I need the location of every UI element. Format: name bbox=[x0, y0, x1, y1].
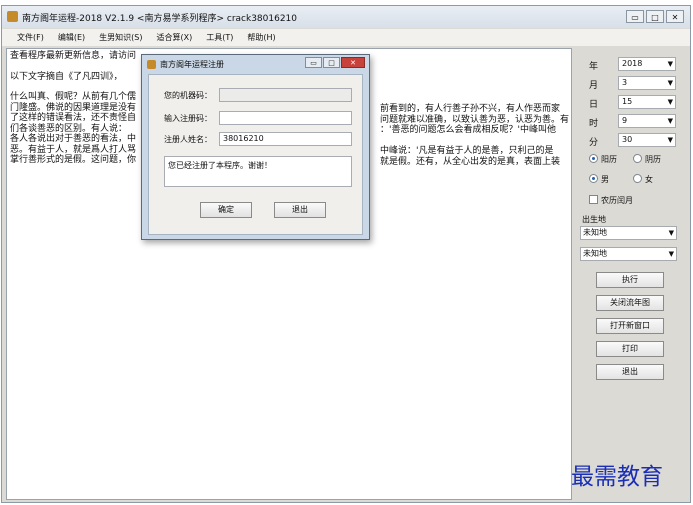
print-button[interactable]: 打印 bbox=[596, 341, 664, 357]
day-select[interactable]: 15 ▼ bbox=[618, 95, 676, 109]
text-line-right: 前看到的，有人行善子孙不兴，有人作恶而家 bbox=[380, 104, 561, 114]
dialog-maximize-button[interactable]: □ bbox=[323, 57, 340, 68]
chevron-down-icon: ▼ bbox=[668, 229, 674, 237]
minimize-button[interactable]: ▭ bbox=[626, 10, 644, 23]
chevron-down-icon: ▼ bbox=[667, 136, 673, 144]
menu-fit[interactable]: 适合算(X) bbox=[149, 29, 199, 46]
window-title: 南方阁年运程-2018 V2.1.9 <南方易学系列程序> crack38016… bbox=[22, 14, 298, 24]
radio-checked-icon bbox=[589, 174, 598, 183]
status-message: 您已经注册了本程序。谢谢！ bbox=[164, 156, 352, 187]
registrant-name-label: 注册人姓名： bbox=[164, 135, 212, 144]
minute-select[interactable]: 30 ▼ bbox=[618, 133, 676, 147]
register-dialog: 南方阁年运程注册 ▭ □ ✕ 您的机器码： 输入注册码： 注册人姓名： 3801… bbox=[141, 54, 370, 240]
chevron-down-icon: ▼ bbox=[668, 250, 674, 258]
month-select[interactable]: 3 ▼ bbox=[618, 76, 676, 90]
menu-help[interactable]: 帮助(H) bbox=[240, 29, 282, 46]
dialog-title: 南方阁年运程注册 bbox=[160, 60, 224, 69]
dialog-minimize-button[interactable]: ▭ bbox=[305, 57, 322, 68]
ok-button[interactable]: 确定 bbox=[200, 202, 252, 218]
hour-select[interactable]: 9 ▼ bbox=[618, 114, 676, 128]
menu-edit[interactable]: 编辑(E) bbox=[51, 29, 92, 46]
dialog-exit-button[interactable]: 退出 bbox=[274, 202, 326, 218]
machine-code-label: 您的机器码： bbox=[164, 91, 212, 100]
right-panel: 年 2018 ▼ 月 3 ▼ 日 15 ▼ 时 9 ▼ 分 30 ▼ 阳历 阴历 男 女 农历闰月 … bbox=[575, 48, 687, 500]
radio-male[interactable]: 男 bbox=[589, 174, 609, 185]
radio-solar[interactable]: 阳历 bbox=[589, 154, 617, 165]
reg-code-field[interactable] bbox=[219, 111, 352, 125]
new-window-button[interactable]: 打开新窗口 bbox=[596, 318, 664, 334]
leap-month-checkbox[interactable]: 农历闰月 bbox=[589, 195, 633, 206]
birthplace-select-2[interactable]: 未知地 ▼ bbox=[580, 247, 677, 261]
hour-label: 时 bbox=[589, 119, 599, 129]
app-icon bbox=[147, 60, 156, 69]
machine-code-field[interactable] bbox=[219, 88, 352, 102]
year-label: 年 bbox=[589, 62, 599, 72]
birthplace-select-1[interactable]: 未知地 ▼ bbox=[580, 226, 677, 240]
app-icon bbox=[7, 11, 18, 22]
title-bar: 南方阁年运程-2018 V2.1.9 <南方易学系列程序> crack38016… bbox=[2, 6, 690, 28]
chevron-down-icon: ▼ bbox=[667, 98, 673, 106]
checkbox-icon bbox=[589, 195, 598, 204]
text-line-right: 问题就难以准确，以致认善为恶，认恶为善。有 bbox=[380, 114, 570, 125]
registrant-name-field[interactable]: 38016210 bbox=[219, 132, 352, 146]
radio-female[interactable]: 女 bbox=[633, 174, 653, 185]
close-chart-button[interactable]: 关闭流年图 bbox=[596, 295, 664, 311]
text-line-right: 中峰说：'凡是有益于人的是善，只利己的是 bbox=[380, 146, 554, 156]
menu-file[interactable]: 文件(F) bbox=[10, 29, 51, 46]
chevron-down-icon: ▼ bbox=[667, 117, 673, 125]
radio-lunar[interactable]: 阴历 bbox=[633, 154, 661, 165]
watermark: 最需教育 bbox=[571, 464, 663, 490]
maximize-button[interactable]: □ bbox=[646, 10, 664, 23]
chevron-down-icon: ▼ bbox=[667, 79, 673, 87]
exit-button[interactable]: 退出 bbox=[596, 364, 664, 380]
birthplace-label: 出生地 bbox=[582, 215, 606, 224]
menu-tools[interactable]: 工具(T) bbox=[199, 29, 240, 46]
day-label: 日 bbox=[589, 100, 599, 110]
text-line-right bbox=[380, 136, 570, 147]
month-label: 月 bbox=[589, 81, 599, 91]
dialog-close-button[interactable]: ✕ bbox=[341, 57, 365, 68]
year-select[interactable]: 2018 ▼ bbox=[618, 57, 676, 71]
radio-icon bbox=[633, 174, 642, 183]
text-line-right: 就是假。还有，从全心出发的是真，表面上装 bbox=[380, 156, 561, 167]
minute-label: 分 bbox=[589, 138, 599, 148]
radio-checked-icon bbox=[589, 154, 598, 163]
execute-button[interactable]: 执行 bbox=[596, 272, 664, 288]
chevron-down-icon: ▼ bbox=[667, 60, 673, 68]
radio-icon bbox=[633, 154, 642, 163]
dialog-body: 您的机器码： 输入注册码： 注册人姓名： 38016210 您已经注册了本程序。… bbox=[148, 74, 363, 235]
text-line-right: ：'善恶的问题怎么会看成相反呢？'中峰叫他 bbox=[380, 125, 556, 135]
menu-bar: 文件(F) 编辑(E) 生男知识(S) 适合算(X) 工具(T) 帮助(H) bbox=[2, 29, 690, 46]
reg-code-label: 输入注册码： bbox=[164, 114, 212, 123]
menu-knowledge[interactable]: 生男知识(S) bbox=[92, 29, 149, 46]
close-button[interactable]: ✕ bbox=[666, 10, 684, 23]
